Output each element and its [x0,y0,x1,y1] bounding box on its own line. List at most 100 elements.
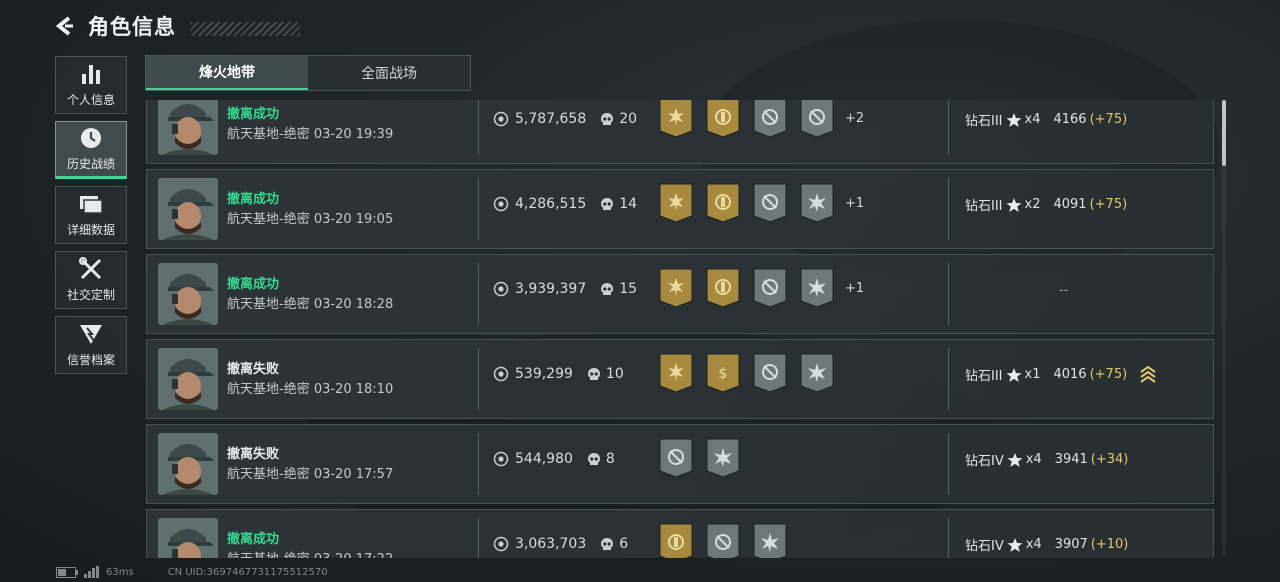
gray-cross-medal-icon [752,352,788,394]
kill-count: 10 [587,366,624,382]
gold-sun-medal-icon [658,267,694,309]
star-icon [1006,367,1022,382]
ping-text: 63ms [106,566,134,578]
sidebar-item-2[interactable]: 详细数据 [55,186,127,244]
medal-list: $ [658,352,835,394]
map-name: 航天基地-绝密 [227,467,310,482]
more-medals-count: +2 [845,110,865,126]
sidebar-item-1[interactable]: 历史战绩 [55,121,127,179]
avatar [158,263,218,325]
sidebar-item-label: 详细数据 [66,223,115,237]
map-and-time: 航天基地-绝密 03-20 19:05 [227,208,393,227]
gold-dollar-medal-icon: $ [705,352,741,394]
kills-number: 20 [619,111,638,127]
match-time: 03-20 19:05 [313,212,394,227]
back-button[interactable] [52,13,78,39]
medal-list [658,522,788,558]
gold-sun-medal-icon [658,352,694,394]
match-time: 03-20 19:39 [313,127,394,142]
rank-name: 钻石III [965,199,1003,214]
gray-cross-medal-icon [752,100,788,139]
currency-icon [493,536,509,552]
match-row[interactable]: 撤离失败 航天基地-绝密 03-20 18:10 539,299 10 $ 钻石III x1… [146,339,1214,419]
currency-icon [493,196,509,212]
sidebar-item-4[interactable]: 信誉档案 [55,316,127,374]
extract-status: 撤离成功 [227,532,280,547]
uid-text: CN UID:3697467731175512570 [167,566,328,578]
map-and-time: 航天基地-绝密 03-20 17:57 [227,463,393,482]
medal-list: +1 [658,182,864,224]
skull-icon [601,112,614,125]
currency-icon [493,451,509,467]
sidebar-item-3[interactable]: 社交定制 [55,251,127,309]
rank-score: 4166 [1053,112,1087,127]
match-row[interactable]: 撤离成功 航天基地-绝密 03-20 18:28 3,939,397 15 +1 -- [146,254,1214,334]
cards-icon [78,192,104,216]
extract-status: 撤离失败 [227,447,280,462]
kill-count: 20 [600,111,637,127]
map-name: 航天基地-绝密 [227,212,310,227]
map-name: 航天基地-绝密 [227,127,310,142]
page-header: 角色信息 [52,8,300,44]
sidebar-item-label: 历史战绩 [66,157,115,171]
map-name: 航天基地-绝密 [227,382,310,397]
star-icon [1007,537,1023,552]
medal-list: +1 [658,267,864,309]
gray-cross-medal-icon [752,267,788,309]
loot-value: 3,063,703 6 [493,536,628,552]
battery-icon [56,566,78,578]
back-arrow-icon [55,16,73,36]
skull-icon [601,537,614,550]
tab-0[interactable]: 烽火地带 [146,56,308,90]
match-time: 03-20 18:10 [313,382,394,397]
skull-icon [601,282,614,295]
rank-stars: x4 [1025,537,1042,552]
currency-icon [493,366,509,382]
match-row[interactable]: 撤离失败 航天基地-绝密 03-20 17:57 544,980 8 钻石IV x4 394… [146,424,1214,504]
kills-number: 14 [619,196,638,212]
tools-icon [78,257,104,281]
gray-cross-medal-icon [799,100,835,139]
match-row[interactable]: 撤离成功 航天基地-绝密 03-20 19:05 4,286,515 14 +1 钻石II… [146,169,1214,249]
gold-shield-medal-icon [658,522,694,558]
rank-score: 3941 [1054,452,1088,467]
sidebar-item-0[interactable]: 个人信息 [55,56,127,114]
gray-cross-medal-icon [658,437,694,479]
rank-empty: -- [1059,283,1069,298]
title-decoration [190,22,300,36]
match-time: 03-20 17:22 [314,552,393,558]
rank-info: 钻石III x2 4091 (+75) [965,195,1127,214]
extract-status: 撤离成功 [227,277,280,292]
sidebar: 个人信息历史战绩详细数据社交定制信誉档案 [55,56,129,381]
medal-list [658,437,741,479]
sidebar-item-label: 个人信息 [66,93,115,107]
map-name: 航天基地-绝密 [227,552,310,558]
gold-shield-medal-icon [705,267,741,309]
status-footer: 63ms CN UID:3697467731175512570 [56,566,328,578]
rank-stars: x1 [1024,367,1041,382]
rank-stars: x4 [1025,452,1042,467]
map-and-time: 航天基地-绝密 03-20 18:10 [227,378,393,397]
skull-icon [601,197,614,210]
loot-value: 3,939,397 15 [493,281,637,297]
match-row[interactable]: 撤离成功 航天基地-绝密 03-20 19:39 5,787,658 20 +2 钻石II… [146,100,1214,164]
match-row[interactable]: 撤离成功航天基地-绝密 03-20 17:22 3,063,703 6 钻石IV x4 3… [146,509,1214,558]
sidebar-item-label: 社交定制 [66,288,115,302]
value-amount: 539,299 [515,366,573,382]
currency-icon [493,281,509,297]
scrollbar-track[interactable] [1222,100,1226,556]
value-amount: 3,939,397 [515,281,587,297]
match-history-list: 撤离成功 航天基地-绝密 03-20 19:39 5,787,658 20 +2 钻石II… [146,100,1216,558]
map-and-time: 航天基地-绝密 03-20 17:22 [227,548,393,558]
rank-delta: (+75) [1089,197,1128,212]
page-title: 角色信息 [88,15,176,39]
kills-number: 8 [605,451,615,467]
extract-status: 撤离成功 [227,192,280,207]
tab-1[interactable]: 全面战场 [308,56,470,90]
map-and-time: 航天基地-绝密 03-20 18:28 [227,293,393,312]
more-medals-count: +1 [845,280,865,296]
avatar [158,518,218,558]
scrollbar-thumb[interactable] [1222,100,1226,166]
more-medals-count: +1 [845,195,865,211]
avatar [158,348,218,410]
